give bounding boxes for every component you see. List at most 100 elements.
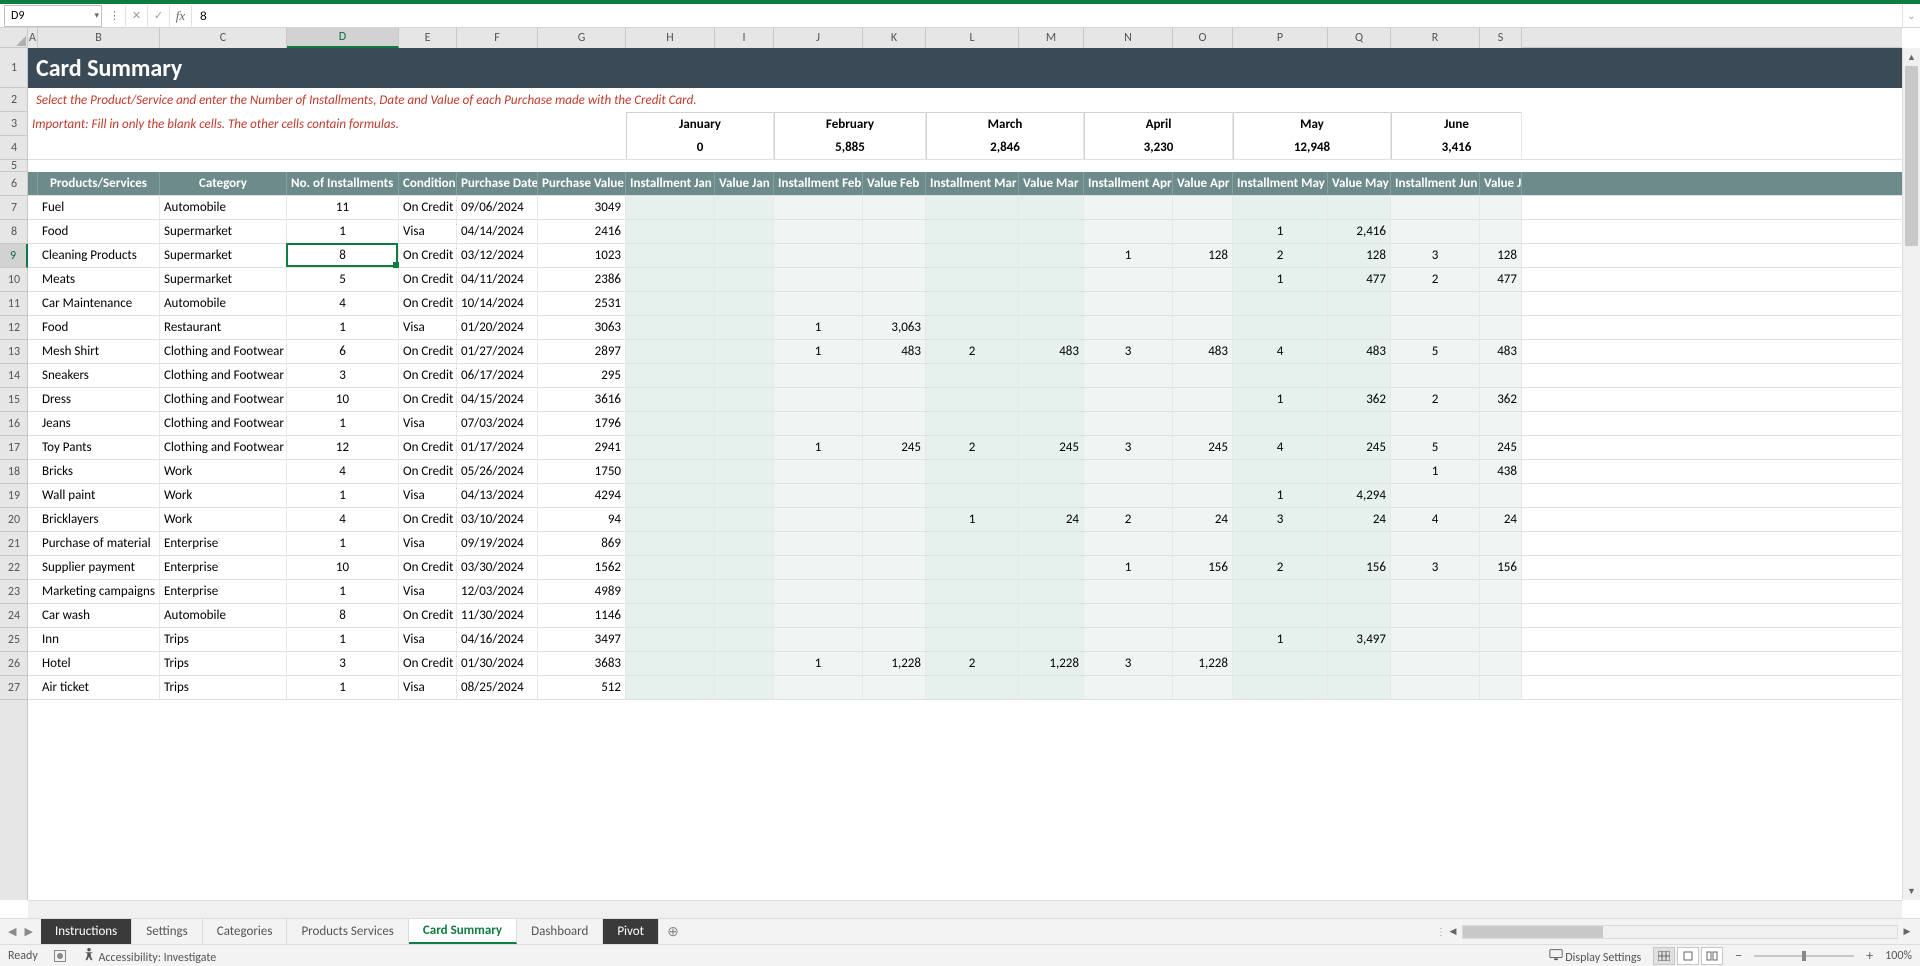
- cell-val[interactable]: [715, 340, 774, 363]
- cell-value[interactable]: 3063: [538, 316, 626, 339]
- normal-view-button[interactable]: [1653, 947, 1675, 965]
- cell-product[interactable]: Hotel: [38, 652, 160, 675]
- cell-val[interactable]: [863, 220, 926, 243]
- row-header-7[interactable]: 7: [0, 196, 28, 220]
- fx-button[interactable]: fx: [170, 6, 192, 26]
- cell-val[interactable]: [1173, 364, 1233, 387]
- cell-condition[interactable]: On Credit: [399, 196, 457, 219]
- column-header-Q[interactable]: Q: [1328, 28, 1391, 48]
- cell-category[interactable]: Restaurant: [160, 316, 287, 339]
- cell-inst[interactable]: 1: [1084, 244, 1173, 267]
- cell-inst[interactable]: [626, 268, 715, 291]
- cell-A[interactable]: [28, 412, 38, 435]
- cell-val[interactable]: [1019, 220, 1084, 243]
- table-header-R[interactable]: Installment Jun: [1391, 172, 1480, 195]
- cell-value[interactable]: 869: [538, 532, 626, 555]
- cell-val[interactable]: [1328, 532, 1391, 555]
- cell-installments[interactable]: 12: [287, 436, 399, 459]
- cell-val[interactable]: 24: [1480, 508, 1522, 531]
- cell-product[interactable]: Air ticket: [38, 676, 160, 699]
- cell-val[interactable]: 245: [1019, 436, 1084, 459]
- cell-A[interactable]: [28, 676, 38, 699]
- column-header-K[interactable]: K: [863, 28, 926, 48]
- hscroll-track[interactable]: [1462, 925, 1898, 939]
- cell-category[interactable]: Enterprise: [160, 580, 287, 603]
- cell-inst[interactable]: [626, 556, 715, 579]
- cell-val[interactable]: [1480, 316, 1522, 339]
- cell-installments[interactable]: 4: [287, 508, 399, 531]
- cell-inst[interactable]: [926, 484, 1019, 507]
- cell-inst[interactable]: [1084, 580, 1173, 603]
- cell-inst[interactable]: [1084, 604, 1173, 627]
- cell-inst[interactable]: 3: [1233, 508, 1328, 531]
- cell-inst[interactable]: [774, 484, 863, 507]
- column-header-F[interactable]: F: [457, 28, 538, 48]
- cell-date[interactable]: 03/30/2024: [457, 556, 538, 579]
- table-header-P[interactable]: Installment May: [1233, 172, 1328, 195]
- month-header-june[interactable]: June: [1391, 112, 1522, 136]
- cell-category[interactable]: Clothing and Footwear: [160, 436, 287, 459]
- cell-date[interactable]: 01/20/2024: [457, 316, 538, 339]
- cell-category[interactable]: Work: [160, 508, 287, 531]
- cell-product[interactable]: Dress: [38, 388, 160, 411]
- cell-inst[interactable]: 1: [1233, 628, 1328, 651]
- cell-inst[interactable]: [774, 628, 863, 651]
- cell-inst[interactable]: [626, 340, 715, 363]
- cell-condition[interactable]: On Credit: [399, 340, 457, 363]
- cell-value[interactable]: 1146: [538, 604, 626, 627]
- cell-val[interactable]: [715, 292, 774, 315]
- zoom-in-button[interactable]: +: [1866, 947, 1873, 964]
- cell-val[interactable]: 1,228: [863, 652, 926, 675]
- cell-val[interactable]: 2,416: [1328, 220, 1391, 243]
- cell-A[interactable]: [28, 244, 38, 267]
- zoom-slider[interactable]: [1754, 955, 1854, 957]
- cell-inst[interactable]: [774, 268, 863, 291]
- row-header-15[interactable]: 15: [0, 388, 28, 412]
- cell-val[interactable]: 24: [1173, 508, 1233, 531]
- cell-inst[interactable]: 1: [774, 340, 863, 363]
- cell-date[interactable]: 03/10/2024: [457, 508, 538, 531]
- cell-inst[interactable]: 1: [1233, 484, 1328, 507]
- cell-date[interactable]: 04/15/2024: [457, 388, 538, 411]
- cell-val[interactable]: [715, 220, 774, 243]
- row-header-2[interactable]: 2: [0, 88, 28, 112]
- scroll-down-button[interactable]: ▼: [1903, 882, 1920, 900]
- cell-inst[interactable]: [626, 364, 715, 387]
- cell-date[interactable]: 06/17/2024: [457, 364, 538, 387]
- cell-inst[interactable]: [774, 676, 863, 699]
- row-header-24[interactable]: 24: [0, 604, 28, 628]
- table-header-K[interactable]: Value Feb: [863, 172, 926, 195]
- cell-val[interactable]: 1,228: [1173, 652, 1233, 675]
- cell-inst[interactable]: [1233, 316, 1328, 339]
- cell-inst[interactable]: [926, 364, 1019, 387]
- cell-inst[interactable]: [626, 196, 715, 219]
- cell-val[interactable]: [1328, 316, 1391, 339]
- cell-inst[interactable]: [774, 604, 863, 627]
- table-header-S[interactable]: Value J: [1480, 172, 1522, 195]
- cell-val[interactable]: [1480, 292, 1522, 315]
- cell-value[interactable]: 1796: [538, 412, 626, 435]
- cells-area[interactable]: Card Summary Select the Product/Service …: [28, 48, 1902, 900]
- cell-val[interactable]: [1019, 676, 1084, 699]
- cell-inst[interactable]: [774, 244, 863, 267]
- column-header-C[interactable]: C: [160, 28, 287, 48]
- cell-inst[interactable]: [1233, 532, 1328, 555]
- row-header-27[interactable]: 27: [0, 676, 28, 700]
- vertical-scrollbar[interactable]: ▲ ▼: [1902, 48, 1920, 900]
- cell-value[interactable]: 2531: [538, 292, 626, 315]
- row-header-13[interactable]: 13: [0, 340, 28, 364]
- cell-category[interactable]: Clothing and Footwear: [160, 388, 287, 411]
- cell-date[interactable]: 12/03/2024: [457, 580, 538, 603]
- cell-inst[interactable]: 3: [1084, 340, 1173, 363]
- cell-A[interactable]: [28, 556, 38, 579]
- new-sheet-button[interactable]: ⊕: [659, 919, 687, 944]
- cell-val[interactable]: [715, 532, 774, 555]
- cell-product[interactable]: Bricks: [38, 460, 160, 483]
- column-header-N[interactable]: N: [1084, 28, 1173, 48]
- cell-category[interactable]: Work: [160, 460, 287, 483]
- cell-inst[interactable]: [1084, 532, 1173, 555]
- cell-val[interactable]: 483: [1173, 340, 1233, 363]
- cell-val[interactable]: [1173, 316, 1233, 339]
- cell-date[interactable]: 01/30/2024: [457, 652, 538, 675]
- cell-val[interactable]: [1480, 220, 1522, 243]
